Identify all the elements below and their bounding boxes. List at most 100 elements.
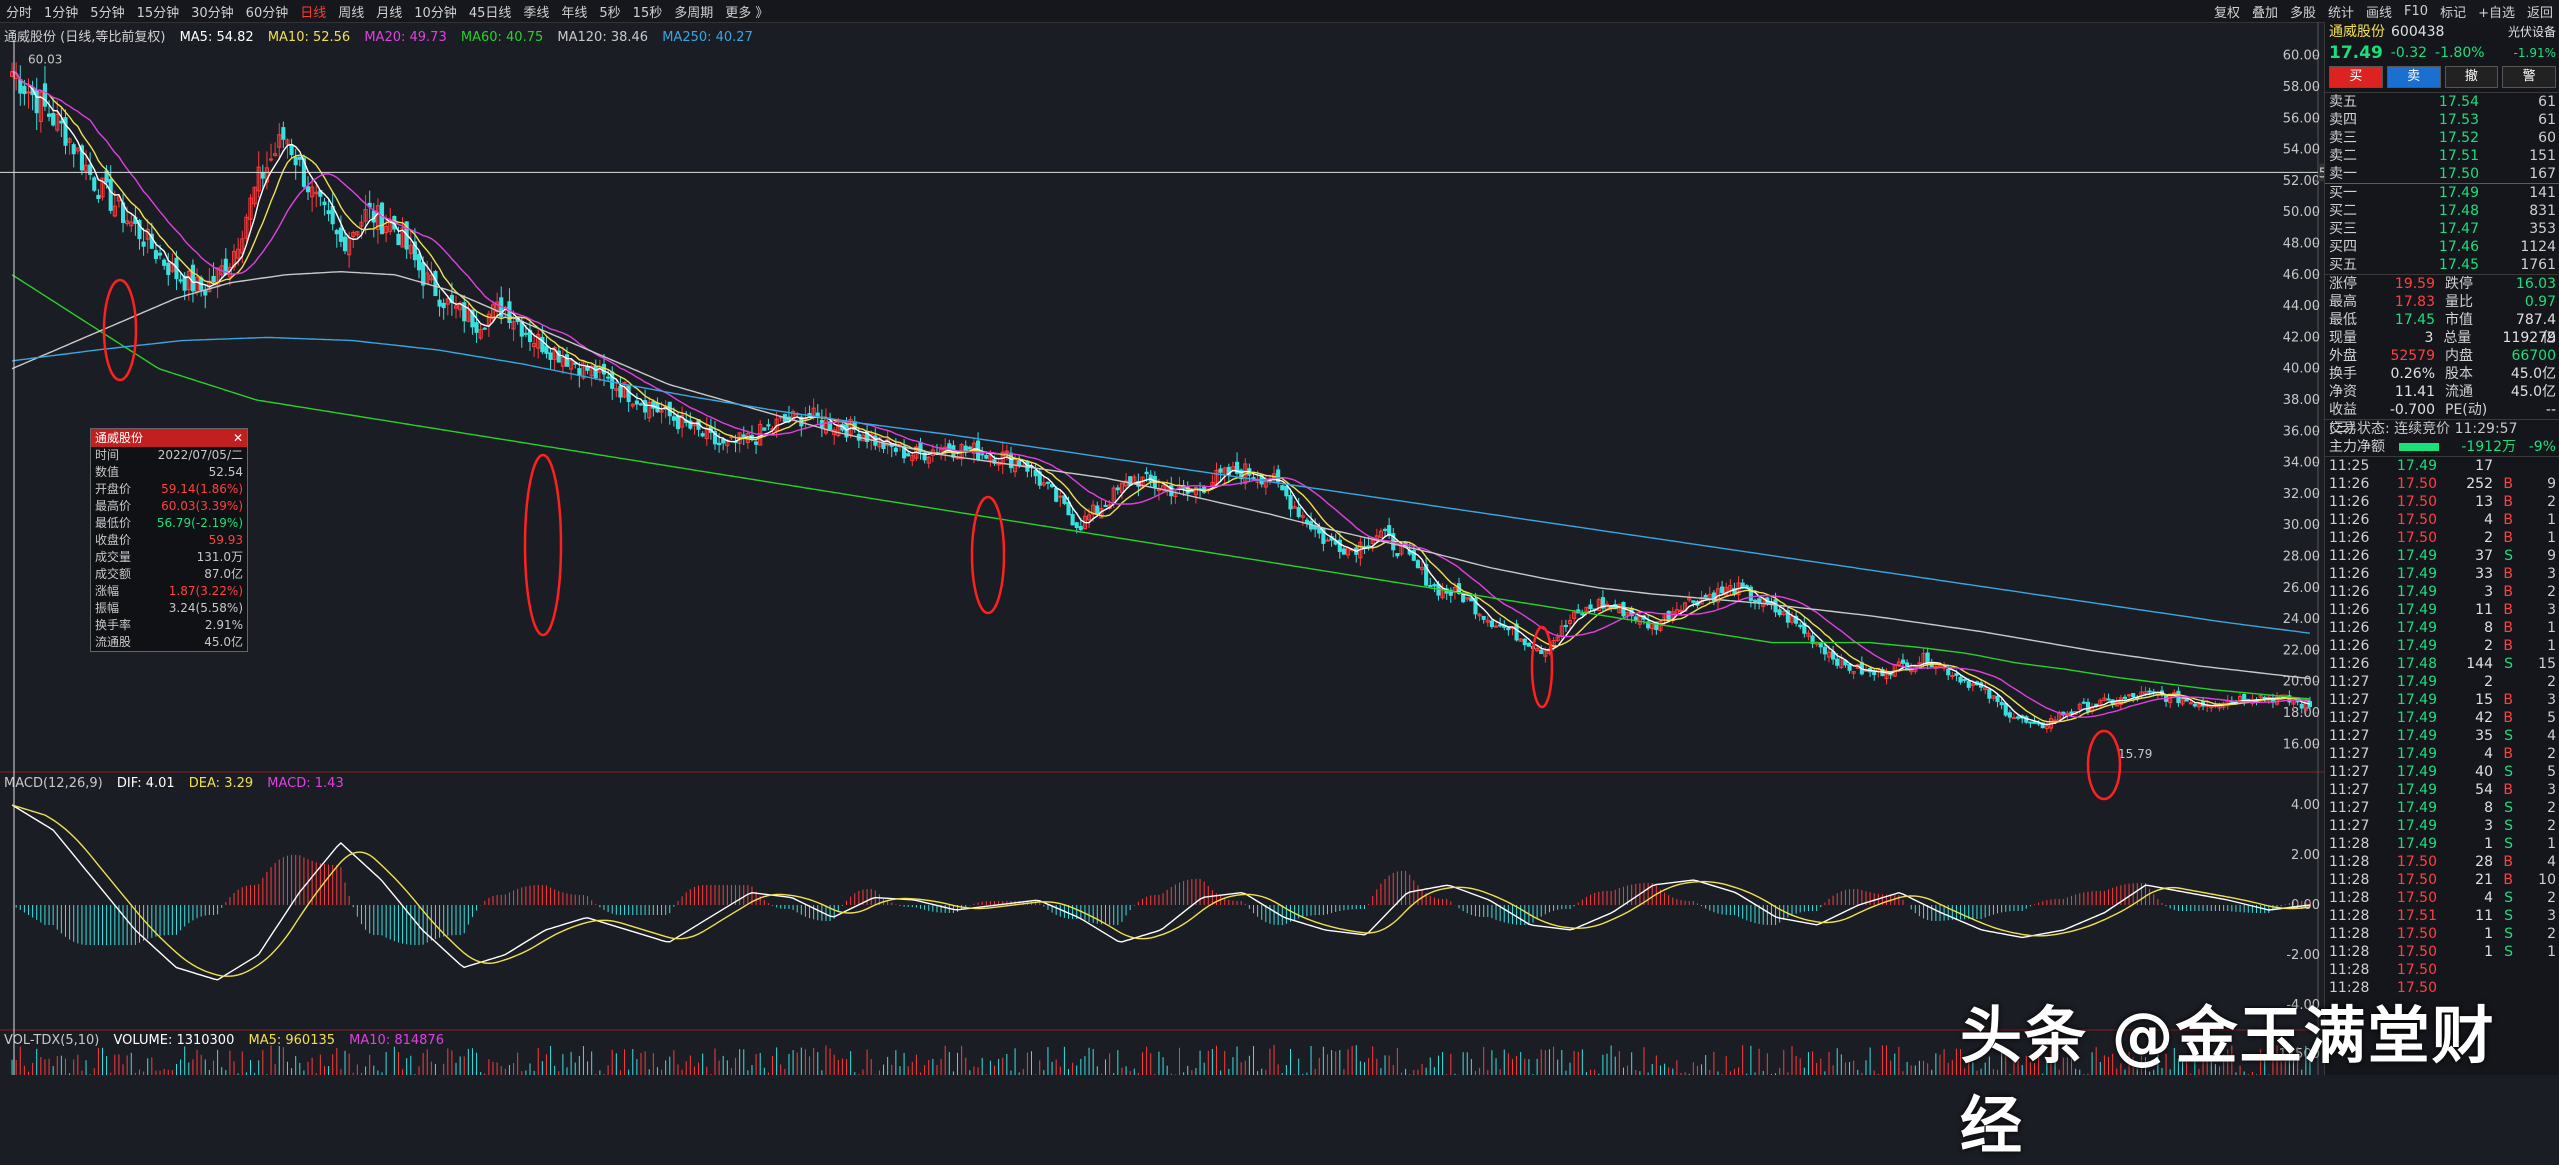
panel-sector[interactable]: 光伏设备	[2508, 22, 2556, 42]
annotation-circle	[2086, 729, 2122, 801]
candle	[162, 259, 167, 266]
tooltip-row: 收盘价 59.93	[95, 533, 243, 547]
quote-row: 卖三 17.52 60	[2329, 130, 2556, 146]
toolbar-button[interactable]: 统计	[2322, 2, 2360, 21]
tooltip-row: 振幅 3.24(5.58%)	[95, 601, 243, 615]
kline-chart[interactable]: 60.0058.0056.0054.0052.0050.0048.0046.00…	[0, 0, 2324, 1075]
candle	[1004, 450, 1009, 453]
candle	[18, 79, 23, 94]
candle	[1280, 485, 1285, 491]
tick-row: 11:26 17.48 144 S 15	[2329, 656, 2556, 672]
toolbar-button[interactable]: 返回	[2521, 2, 2559, 21]
ma10-line	[11, 70, 2311, 723]
candle	[178, 279, 183, 282]
stat-row: 现量 3 总量 119279	[2329, 330, 2556, 346]
candle	[1588, 604, 1593, 610]
dif-line	[11, 804, 2310, 981]
candle	[433, 271, 438, 297]
candle	[1900, 659, 1906, 664]
quote-row: 买一 17.49 141	[2329, 185, 2556, 201]
candle	[482, 327, 487, 330]
candle	[342, 236, 348, 252]
candle	[1296, 507, 1301, 517]
candle	[293, 156, 298, 166]
trade-button[interactable]: 警	[2502, 66, 2556, 88]
annotation-circle	[970, 495, 1006, 615]
candle	[893, 447, 898, 452]
tick-row: 11:28 17.51 11 S 3	[2329, 908, 2556, 924]
tick-row: 11:28 17.50 21 B 10	[2329, 872, 2556, 888]
candle	[1078, 525, 1083, 531]
tooltip-row: 数值 52.54	[95, 465, 243, 479]
tick-row: 11:26 17.49 2 B 1	[2329, 638, 2556, 654]
candle	[1095, 505, 1100, 514]
candle	[260, 171, 265, 179]
candle	[721, 438, 726, 444]
candle	[1498, 624, 1503, 627]
candle	[1580, 613, 1585, 616]
candle	[523, 332, 528, 335]
candle	[1218, 468, 1223, 473]
candle	[88, 164, 93, 175]
candle	[1058, 495, 1063, 498]
trade-button[interactable]: 撤	[2444, 66, 2499, 88]
candle	[984, 455, 989, 459]
tooltip-row: 流通股 45.0亿	[95, 635, 243, 649]
candle	[421, 262, 426, 286]
candle	[2127, 694, 2132, 697]
candle	[297, 156, 302, 160]
toolbar-button[interactable]: 画线	[2360, 2, 2398, 21]
candle	[46, 113, 52, 117]
tick-row: 11:28 17.50 1 S 2	[2329, 926, 2556, 942]
trade-button[interactable]: 卖	[2386, 66, 2441, 88]
candle	[1382, 528, 1388, 531]
candle	[548, 352, 553, 360]
candle	[2007, 712, 2012, 718]
candle	[881, 442, 886, 449]
trade-buttons: 买卖撤警	[2325, 64, 2559, 90]
candle	[2122, 696, 2128, 699]
candle	[1074, 522, 1079, 528]
tick-row: 11:27 17.49 8 S 2	[2329, 800, 2556, 816]
candle	[22, 85, 27, 95]
candle	[1387, 525, 1392, 536]
trade-button[interactable]: 买	[2329, 66, 2383, 88]
candle	[963, 445, 968, 451]
quote-row: 买二 17.48 831	[2329, 203, 2556, 219]
tick-row: 11:26 17.50 13 B 2	[2329, 494, 2556, 510]
tick-row: 11:27 17.49 40 S 5	[2329, 764, 2556, 780]
toolbar-button[interactable]: F10	[2398, 4, 2434, 19]
tick-row: 11:27 17.49 35 S 4	[2329, 728, 2556, 744]
annotation-circle	[102, 278, 138, 382]
candle	[1325, 539, 1330, 542]
tick-row: 11:28 17.49 1 S 1	[2329, 836, 2556, 852]
candle	[2299, 703, 2304, 709]
close-icon[interactable]: ✕	[233, 429, 243, 447]
candle-tooltip: 通威股份 ✕ 时间 2022/07/05/二 数值 52.54 开盘价 59.14(1.86…	[90, 428, 248, 652]
candle	[638, 403, 644, 406]
tick-row: 11:26 17.49 3 B 2	[2329, 584, 2556, 600]
toolbar-button[interactable]: +自选	[2472, 2, 2521, 21]
candle	[322, 201, 327, 206]
toolbar-button[interactable]: 标记	[2434, 2, 2472, 21]
candle	[1798, 624, 1803, 628]
candle	[2003, 703, 2008, 716]
ma120-line	[11, 270, 2310, 680]
dea-line	[11, 804, 2310, 977]
quote-row: 买三 17.47 353	[2329, 221, 2556, 237]
candle	[2032, 721, 2037, 724]
candle	[51, 113, 56, 126]
candle	[2192, 703, 2197, 707]
main-flow: 主力净额 -1912万 -9%	[2329, 439, 2556, 455]
candle	[2016, 716, 2021, 719]
macd-tick-label: -2.00	[2286, 948, 2320, 963]
candle	[2028, 721, 2033, 724]
candle	[396, 233, 401, 246]
candle	[1341, 548, 1346, 555]
tooltip-title: 通威股份	[95, 431, 144, 445]
candle	[1958, 676, 1963, 683]
candle	[153, 250, 158, 260]
trade-status: 交易状态: 连续竞价 11:29:57	[2325, 419, 2559, 438]
tooltip-row: 换手率 2.91%	[95, 618, 243, 632]
candle	[717, 442, 722, 446]
